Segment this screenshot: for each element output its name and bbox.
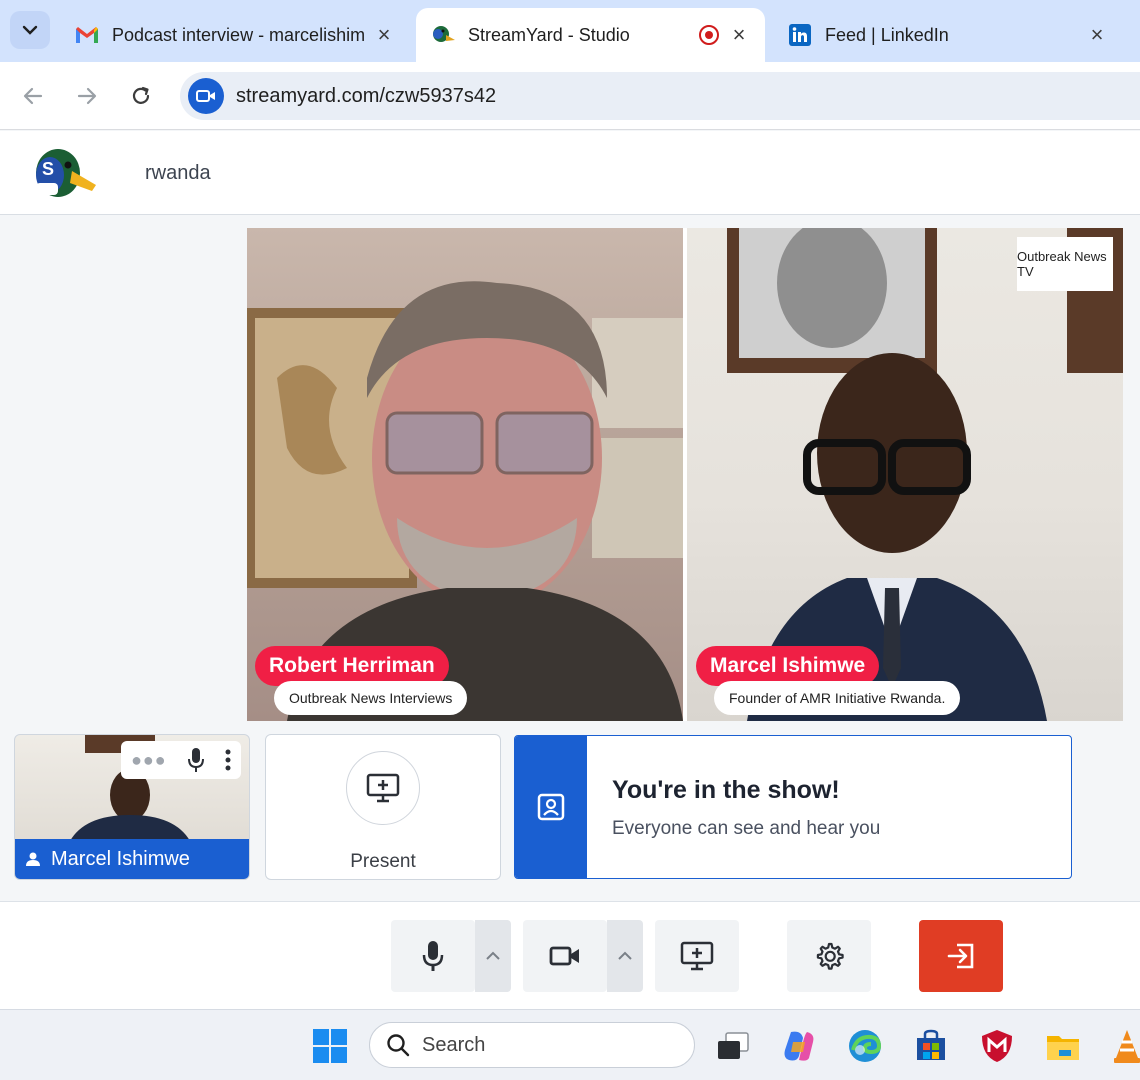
broadcast-title[interactable]: rwanda	[145, 162, 211, 185]
streamyard-icon	[430, 22, 456, 48]
vlc-icon[interactable]	[1108, 1027, 1140, 1065]
taskbar-search-box[interactable]: Search	[369, 1022, 695, 1068]
participant-title-tag: Founder of AMR Initiative Rwanda.	[714, 681, 961, 715]
microsoft-store-icon[interactable]	[912, 1027, 950, 1065]
svg-text:S: S	[42, 159, 54, 179]
present-screen-icon	[680, 941, 714, 971]
browser-toolbar: streamyard.com/czw5937s42	[0, 62, 1140, 130]
studio-control-bar	[0, 901, 1140, 1009]
brand-logo-text: Outbreak News TV	[1017, 249, 1107, 279]
banner-icon-panel	[515, 736, 587, 878]
present-label: Present	[350, 851, 416, 872]
tab-title: StreamYard - Studio	[468, 24, 630, 45]
streamyard-logo[interactable]: S	[32, 145, 98, 203]
studio-header: S rwanda	[0, 131, 1140, 215]
in-show-banner: You're in the show! Everyone can see and…	[514, 735, 1072, 879]
forward-button[interactable]	[70, 79, 104, 113]
mute-button[interactable]	[391, 920, 475, 992]
address-bar[interactable]: streamyard.com/czw5937s42	[180, 72, 1140, 120]
audio-level-icon: ●●●	[131, 749, 167, 770]
stage: Robert Herriman Outbreak News Interviews…	[247, 228, 1123, 721]
chevron-down-icon	[22, 25, 38, 35]
arrow-right-icon	[77, 87, 97, 105]
close-icon[interactable]: ×	[372, 22, 396, 47]
present-screen-icon	[366, 773, 400, 803]
mic-options-button[interactable]	[475, 920, 511, 992]
linkedin-icon	[787, 22, 813, 48]
gmail-icon	[74, 22, 100, 48]
participant-video-robert[interactable]: Robert Herriman Outbreak News Interviews	[247, 228, 683, 721]
participant-name-tag: Marcel Ishimwe	[696, 646, 880, 686]
back-button[interactable]	[16, 79, 50, 113]
search-icon	[387, 1034, 410, 1057]
self-tile-tools: ●●●	[121, 741, 241, 779]
self-name: Marcel Ishimwe	[51, 847, 190, 870]
search-placeholder: Search	[422, 1033, 486, 1056]
tab-gmail[interactable]: Podcast interview - marcelishim ×	[60, 8, 410, 62]
close-icon[interactable]: ×	[1085, 22, 1109, 47]
portrait-frame-icon	[537, 793, 565, 821]
copilot-icon[interactable]	[780, 1027, 818, 1065]
windows-start-icon[interactable]	[312, 1028, 348, 1064]
mcafee-icon[interactable]	[978, 1027, 1016, 1065]
participant-video-marcel[interactable]: Outbreak News TV Marcel Ishimwe Founder …	[687, 228, 1123, 721]
edge-browser-icon[interactable]	[846, 1027, 884, 1065]
present-button[interactable]: Present	[265, 734, 501, 880]
windows-taskbar: Search	[0, 1009, 1140, 1080]
more-vertical-icon[interactable]	[225, 748, 231, 772]
chevron-up-icon	[618, 951, 632, 960]
video-camera-icon	[549, 946, 579, 966]
participant-name-tag: Robert Herriman	[255, 646, 449, 686]
browser-tab-bar: Podcast interview - marcelishim × Stream…	[0, 0, 1140, 62]
tab-search-button[interactable]	[10, 11, 50, 49]
arrow-left-icon	[23, 87, 43, 105]
reload-icon	[132, 86, 150, 104]
camera-button[interactable]	[523, 920, 607, 992]
task-view-icon[interactable]	[714, 1027, 752, 1065]
person-icon	[26, 852, 40, 866]
banner-title: You're in the show!	[612, 776, 840, 804]
microphone-icon[interactable]	[187, 747, 205, 773]
participant-title-tag: Outbreak News Interviews	[274, 681, 468, 715]
exit-icon	[947, 943, 974, 969]
leave-studio-button[interactable]	[919, 920, 1003, 992]
settings-button[interactable]	[787, 920, 871, 992]
close-icon[interactable]: ×	[727, 22, 751, 47]
self-name-bar: Marcel Ishimwe	[15, 839, 249, 879]
brand-logo: Outbreak News TV	[1017, 237, 1113, 291]
reload-button[interactable]	[124, 79, 158, 113]
share-screen-button[interactable]	[655, 920, 739, 992]
recording-icon	[699, 25, 719, 45]
tab-streamyard[interactable]: StreamYard - Studio ×	[416, 8, 765, 62]
self-preview-tile[interactable]: ●●● Marcel Ishimwe	[14, 734, 250, 880]
file-explorer-icon[interactable]	[1044, 1027, 1082, 1065]
tab-title: Podcast interview - marcelishim	[112, 24, 364, 45]
url-text[interactable]: streamyard.com/czw5937s42	[236, 85, 496, 108]
microphone-icon	[422, 941, 444, 971]
banner-subtitle: Everyone can see and hear you	[612, 818, 881, 839]
gear-icon	[816, 942, 844, 970]
tab-linkedin[interactable]: Feed | LinkedIn ×	[773, 8, 1123, 62]
present-icon-circle	[346, 751, 420, 825]
camera-options-button[interactable]	[607, 920, 643, 992]
tab-title: Feed | LinkedIn	[825, 24, 949, 45]
site-camera-icon[interactable]	[188, 78, 224, 114]
chevron-up-icon	[486, 951, 500, 960]
